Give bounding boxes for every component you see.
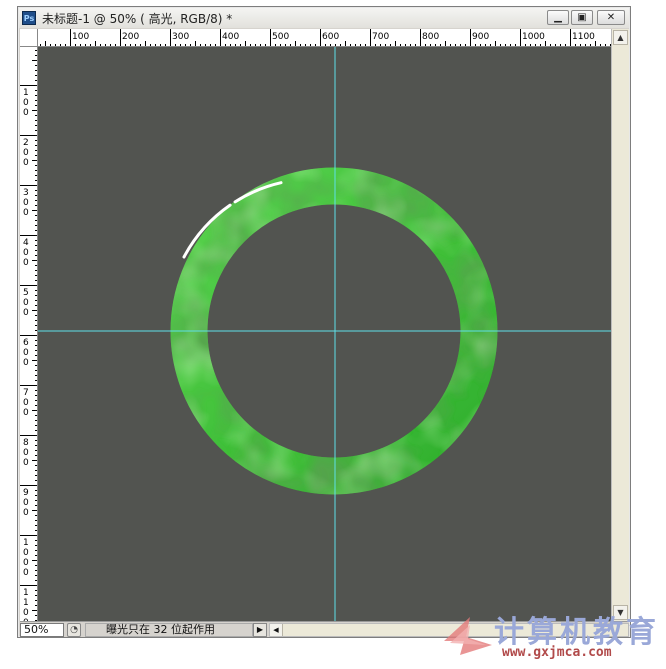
vertical-ruler[interactable]: 10020030040050060070080090010001100 bbox=[20, 47, 38, 621]
ruler-label: 500 bbox=[272, 32, 289, 42]
minimize-button[interactable]: ▁ bbox=[547, 10, 569, 25]
ruler-label: 400 bbox=[222, 32, 239, 42]
ruler-label: 0 bbox=[23, 258, 29, 268]
ruler-label: 800 bbox=[422, 32, 439, 42]
document-canvas[interactable] bbox=[38, 47, 611, 621]
ruler-label: 3 bbox=[23, 188, 29, 198]
ruler-label: 0 bbox=[23, 358, 29, 368]
ruler-label: 0 bbox=[23, 398, 29, 408]
ruler-label: 0 bbox=[23, 198, 29, 208]
ruler-label: 0 bbox=[23, 498, 29, 508]
ruler-label: 0 bbox=[23, 458, 29, 468]
window-controls: ▁ ▣ ✕ bbox=[547, 10, 625, 25]
ruler-label: 0 bbox=[23, 108, 29, 118]
ruler-label: 900 bbox=[472, 32, 489, 42]
restore-icon: ▣ bbox=[577, 12, 587, 23]
ruler-label: 700 bbox=[372, 32, 389, 42]
horizontal-ruler-ticks: 100 200 300 400 500 600 700 800 900 1000 1100 bbox=[40, 29, 611, 46]
status-message: 曝光只在 32 位起作用 bbox=[85, 622, 253, 637]
ruler-label: 0 bbox=[23, 208, 29, 218]
horizontal-ruler[interactable]: 100 200 300 400 500 600 700 800 900 1000 1100 bbox=[38, 29, 611, 47]
status-menu-button[interactable]: ▶ bbox=[253, 622, 267, 637]
ruler-label: 1 bbox=[23, 88, 29, 98]
ruler-origin[interactable] bbox=[20, 29, 38, 47]
ruler-label: 0 bbox=[23, 298, 29, 308]
ruler-label: 200 bbox=[122, 32, 139, 42]
ruler-label: 0 bbox=[23, 608, 29, 618]
vertical-ruler-ticks: 10020030040050060070080090010001100 bbox=[20, 50, 37, 621]
ruler-label: 0 bbox=[23, 558, 29, 568]
zoom-level-field[interactable]: 50% bbox=[20, 622, 64, 637]
ruler-label: 0 bbox=[23, 508, 29, 518]
title-bar[interactable]: Ps 未标题-1 @ 50% ( 高光, RGB/8) * ▁ ▣ ✕ bbox=[19, 8, 629, 28]
ruler-label: 0 bbox=[23, 308, 29, 318]
ruler-label: 1000 bbox=[522, 32, 545, 42]
arrow-left-icon: ◀ bbox=[273, 625, 279, 634]
ruler-label: 100 bbox=[72, 32, 89, 42]
close-button[interactable]: ✕ bbox=[597, 10, 625, 25]
document-title: 未标题-1 @ 50% ( 高光, RGB/8) * bbox=[42, 11, 233, 26]
ruler-label: 0 bbox=[23, 548, 29, 558]
close-icon: ✕ bbox=[606, 12, 616, 23]
ruler-label: 9 bbox=[23, 488, 29, 498]
ruler-label: 0 bbox=[23, 248, 29, 258]
ruler-label: 0 bbox=[23, 348, 29, 358]
site-watermark: 计算机教育 www.gxjmca.com bbox=[440, 605, 666, 669]
ruler-label: 8 bbox=[23, 438, 29, 448]
ruler-label: 0 bbox=[23, 98, 29, 108]
watermark-url: www.gxjmca.com bbox=[502, 645, 612, 660]
scroll-up-button[interactable]: ▲ bbox=[613, 30, 628, 45]
ruler-label: 5 bbox=[23, 288, 29, 298]
ruler-label: 1 bbox=[23, 588, 29, 598]
ruler-label: 6 bbox=[23, 338, 29, 348]
play-arrow-icon: ▶ bbox=[256, 625, 264, 634]
arrow-up-icon: ▲ bbox=[617, 33, 624, 42]
watermark-logo-icon bbox=[444, 617, 492, 655]
document-info-icon[interactable]: ◔ bbox=[67, 622, 81, 637]
ruler-label: 4 bbox=[23, 238, 29, 248]
document-window: Ps 未标题-1 @ 50% ( 高光, RGB/8) * ▁ ▣ ✕ 100 2… bbox=[17, 6, 631, 638]
restore-button[interactable]: ▣ bbox=[571, 10, 593, 25]
ruler-label: 0 bbox=[23, 568, 29, 578]
ruler-label: 300 bbox=[172, 32, 189, 42]
minimize-icon: ▁ bbox=[554, 12, 562, 23]
ruler-label: 0 bbox=[23, 158, 29, 168]
ruler-label: 0 bbox=[23, 148, 29, 158]
ruler-label: 2 bbox=[23, 138, 29, 148]
ruler-label: 0 bbox=[23, 408, 29, 418]
vertical-scrollbar[interactable]: ▲ ▼ bbox=[611, 29, 629, 621]
ruler-label: 7 bbox=[23, 388, 29, 398]
ruler-label: 0 bbox=[23, 448, 29, 458]
ruler-label: 600 bbox=[322, 32, 339, 42]
ruler-label: 1100 bbox=[572, 32, 595, 42]
canvas-artwork bbox=[38, 47, 611, 621]
ruler-label: 1 bbox=[23, 598, 29, 608]
scroll-left-button[interactable]: ◀ bbox=[270, 623, 283, 636]
ruler-label: 1 bbox=[23, 538, 29, 548]
photoshop-app-icon: Ps bbox=[22, 11, 36, 25]
